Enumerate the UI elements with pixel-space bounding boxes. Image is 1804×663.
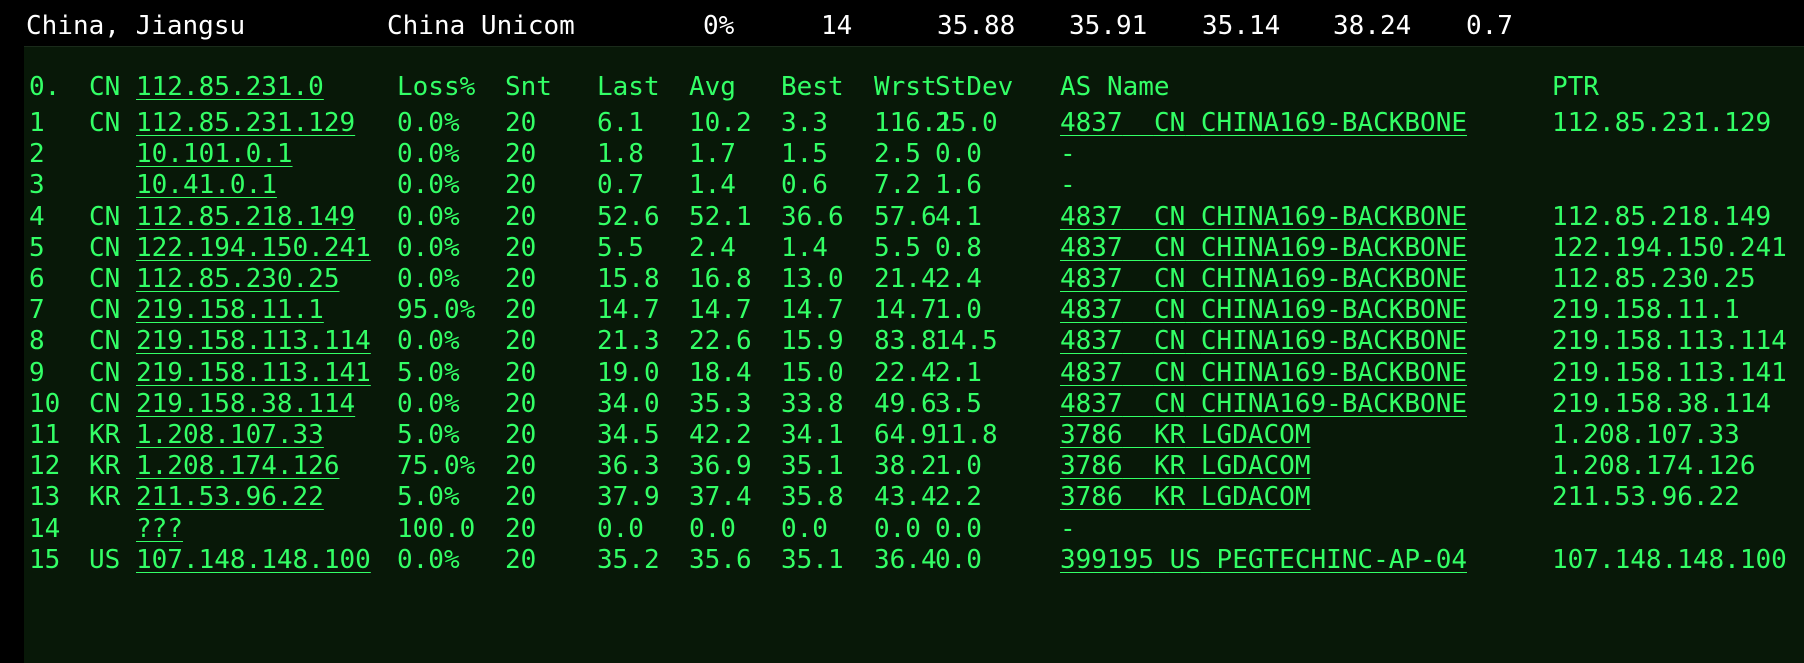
header-wrst: Wrst xyxy=(874,72,937,102)
hop-as-country: KR xyxy=(1153,451,1186,482)
summary-last: 35.88 xyxy=(937,11,1016,41)
hop-asn: 4837 xyxy=(1060,388,1123,419)
summary-avg: 35.91 xyxy=(1069,11,1148,41)
hop-as-name: CHINA169-BACKBONE xyxy=(1200,388,1468,419)
hop-as-name: CHINA169-BACKBONE xyxy=(1200,201,1468,232)
hop-asn: 4837 xyxy=(1060,201,1123,232)
summary-loss: 0% xyxy=(703,11,735,41)
hop-as-country: CN xyxy=(1153,264,1186,294)
mtr-terminal: 0. CN 112.85.231.0 Loss% Snt Last Avg Be… xyxy=(24,46,1804,663)
hop-asn: 3786 xyxy=(1060,482,1123,513)
summary-stdev: 0.7 xyxy=(1466,11,1513,41)
hop-as-name: LGDACOM xyxy=(1200,420,1311,450)
summary-row: China, Jiangsu China Unicom 0% 14 35.88 … xyxy=(0,0,1804,46)
header-last: Last xyxy=(597,72,660,102)
hop-as-country: CN xyxy=(1153,108,1186,138)
header-source-ip-link[interactable]: 112.85.231.0 xyxy=(136,69,324,105)
summary-snt: 14 xyxy=(821,11,853,41)
hop-as-country: CN xyxy=(1153,388,1186,419)
hop-asn: 4837 xyxy=(1060,295,1123,326)
hop-as-name: LGDACOM xyxy=(1200,482,1311,513)
summary-isp: China Unicom xyxy=(387,11,575,41)
hop-country: US xyxy=(89,544,121,575)
hop-as-country: US xyxy=(1169,544,1201,575)
hop-as-name: PEGTECHINC-AP-04 xyxy=(1216,544,1467,575)
hop-as-country: CN xyxy=(1153,326,1186,357)
header-snt: Snt xyxy=(505,72,552,102)
table-row: 15 US 107.148.148.100 0.0% 20 35.2 35.6 35.1 36.… xyxy=(24,542,1804,578)
header-avg: Avg xyxy=(689,72,736,102)
hop-as-name: CHINA169-BACKBONE xyxy=(1200,232,1468,263)
hop-asn: 4837 xyxy=(1060,232,1123,263)
header-stdev: StDev xyxy=(935,72,1014,102)
header-as-name: AS Name xyxy=(1060,72,1170,102)
hop-ptr: 107.148.148.100 xyxy=(1552,544,1787,575)
hop-avg: 35.6 xyxy=(689,544,752,575)
hop-last: 35.2 xyxy=(597,544,660,575)
summary-region: China, Jiangsu xyxy=(26,11,246,41)
hop-asn: 4837 xyxy=(1060,357,1123,388)
hop-as-name: CHINA169-BACKBONE xyxy=(1200,108,1468,138)
summary-best: 35.14 xyxy=(1202,11,1281,41)
hop-as-country: CN xyxy=(1153,232,1186,263)
hop-as-country: KR xyxy=(1153,420,1186,450)
header-country: CN xyxy=(89,72,121,102)
hop-as-name: CHINA169-BACKBONE xyxy=(1200,264,1468,294)
hop-number: 15 xyxy=(29,544,61,575)
summary-wrst: 38.24 xyxy=(1333,11,1412,41)
hop-wrst: 36.4 xyxy=(874,544,937,575)
table-header-row: 0. CN 112.85.231.0 Loss% Snt Last Avg Be… xyxy=(24,69,1804,105)
hop-ip-link[interactable]: 107.148.148.100 xyxy=(136,542,371,578)
hop-as-name: CHINA169-BACKBONE xyxy=(1200,357,1468,388)
hop-snt: 20 xyxy=(505,544,537,575)
header-hop: 0. xyxy=(29,72,61,102)
hop-stdev: 0.0 xyxy=(935,544,982,575)
hop-as-country: CN xyxy=(1153,295,1186,326)
hop-asn: 3786 xyxy=(1060,451,1123,482)
hop-asn: 4837 xyxy=(1060,264,1123,294)
hop-asn: 3786 xyxy=(1060,420,1123,450)
hop-as-link[interactable]: 399195 US PEGTECHINC-AP-04 xyxy=(1060,542,1467,578)
hop-asn: 399195 xyxy=(1060,544,1154,575)
hop-as-country: CN xyxy=(1153,201,1186,232)
hop-as-name: LGDACOM xyxy=(1200,451,1311,482)
header-ptr: PTR xyxy=(1552,72,1599,102)
hop-as-name: CHINA169-BACKBONE xyxy=(1200,326,1468,357)
hop-best: 35.1 xyxy=(781,544,844,575)
hop-as-country: CN xyxy=(1153,357,1186,388)
hop-as-name: CHINA169-BACKBONE xyxy=(1200,295,1468,326)
header-loss: Loss% xyxy=(397,72,476,102)
hop-as-country: KR xyxy=(1153,482,1186,513)
hop-asn: 4837 xyxy=(1060,108,1123,138)
header-best: Best xyxy=(781,72,844,102)
hop-asn: 4837 xyxy=(1060,326,1123,357)
hop-loss: 0.0% xyxy=(397,544,460,575)
